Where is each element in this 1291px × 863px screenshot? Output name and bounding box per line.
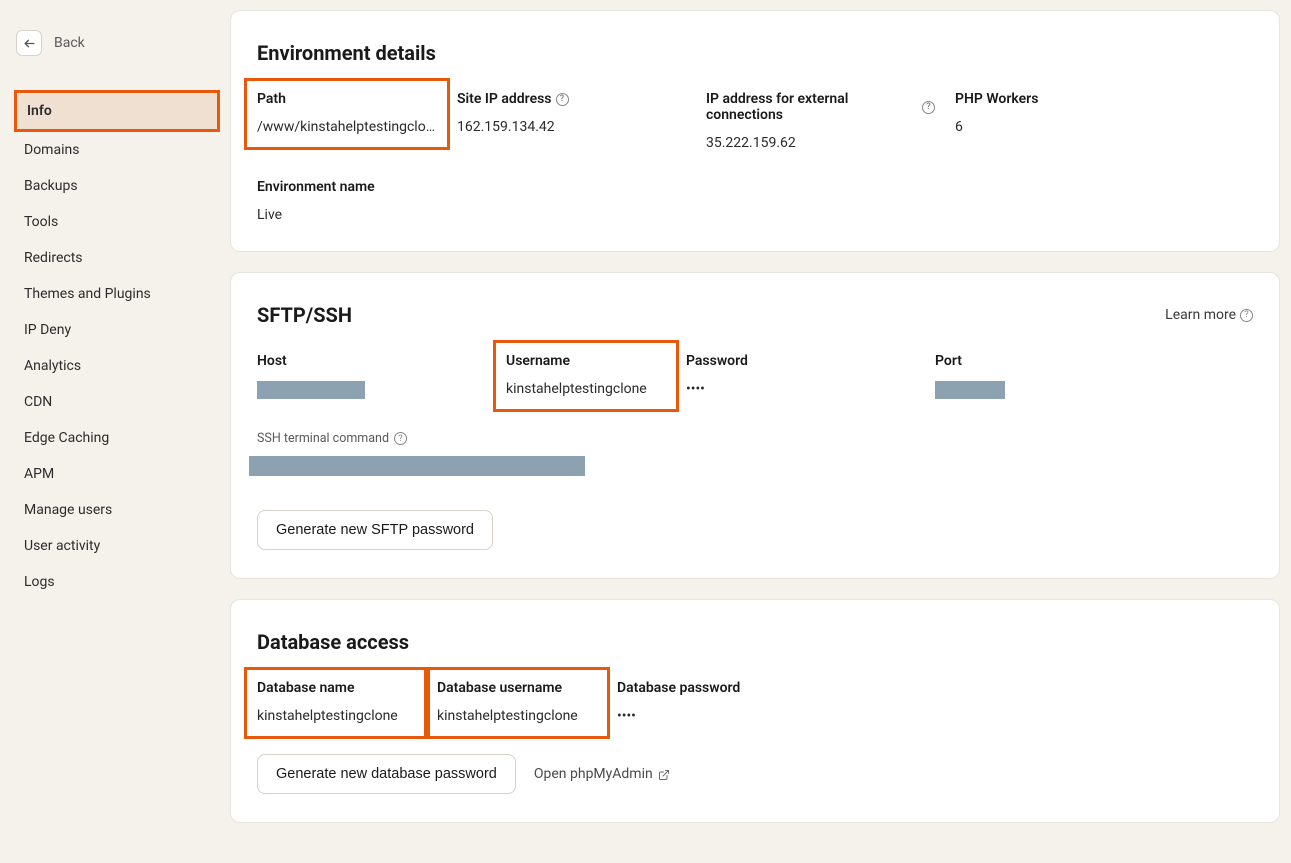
info-icon[interactable]: ? <box>394 432 407 445</box>
path-value: /www/kinstahelptestingclon... <box>257 119 437 135</box>
field-external-ip: IP address for external connections ? 35… <box>706 91 955 151</box>
environment-details-title: Environment details <box>257 41 1253 65</box>
back-label: Back <box>54 35 85 51</box>
site-ip-value: 162.159.134.42 <box>457 119 686 135</box>
back-button[interactable] <box>16 30 42 56</box>
arrow-left-icon <box>23 37 36 50</box>
ssh-command-redacted <box>249 456 585 476</box>
sidebar-item-ip-deny[interactable]: IP Deny <box>14 312 230 348</box>
sidebar-item-manage-users[interactable]: Manage users <box>14 492 230 528</box>
username-label: Username <box>506 353 666 369</box>
php-workers-label: PHP Workers <box>955 91 1184 107</box>
sidebar-item-logs[interactable]: Logs <box>14 564 230 600</box>
external-link-icon <box>658 769 669 780</box>
path-label: Path <box>257 91 437 107</box>
db-name-value: kinstahelptestingclone <box>257 708 417 724</box>
field-username: Username kinstahelptestingclone <box>506 353 686 403</box>
generate-sftp-password-button[interactable]: Generate new SFTP password <box>257 510 493 550</box>
sidebar-item-info[interactable]: Info <box>17 93 217 129</box>
env-name-value: Live <box>257 207 486 223</box>
ssh-command-row: SSH terminal command ? <box>257 431 1253 480</box>
sidebar: Back Info Domains Backups Tools Redirect… <box>0 0 230 863</box>
field-db-name: Database name kinstahelptestingclone <box>257 680 437 724</box>
field-php-workers: PHP Workers 6 <box>955 91 1204 151</box>
learn-more-link[interactable]: Learn more ? <box>1165 307 1253 323</box>
field-password: Password •••• <box>686 353 935 403</box>
sidebar-item-themes-plugins[interactable]: Themes and Plugins <box>14 276 230 312</box>
external-ip-label: IP address for external connections <box>706 91 918 123</box>
sftp-ssh-title: SFTP/SSH <box>257 303 352 327</box>
sidebar-item-cdn[interactable]: CDN <box>14 384 230 420</box>
sidebar-item-redirects[interactable]: Redirects <box>14 240 230 276</box>
field-path: Path /www/kinstahelptestingclon... <box>257 91 457 151</box>
sidebar-item-edge-caching[interactable]: Edge Caching <box>14 420 230 456</box>
db-name-label: Database name <box>257 680 417 696</box>
sftp-ssh-card: SFTP/SSH Learn more ? Host Username kins… <box>230 272 1280 579</box>
sidebar-item-apm[interactable]: APM <box>14 456 230 492</box>
nav-list: Info Domains Backups Tools Redirects The… <box>14 90 230 600</box>
sidebar-item-user-activity[interactable]: User activity <box>14 528 230 564</box>
host-label: Host <box>257 353 486 369</box>
sidebar-item-analytics[interactable]: Analytics <box>14 348 230 384</box>
info-icon[interactable]: ? <box>922 101 935 114</box>
field-db-username: Database username kinstahelptestingclone <box>437 680 617 724</box>
open-phpmyadmin-link[interactable]: Open phpMyAdmin <box>534 766 669 782</box>
main-content: Environment details Path /www/kinstahelp… <box>230 0 1290 863</box>
info-icon[interactable]: ? <box>556 93 569 106</box>
port-value-redacted <box>935 381 1005 399</box>
database-access-card: Database access Database name kinstahelp… <box>230 599 1280 823</box>
info-icon: ? <box>1240 309 1253 322</box>
db-password-value: •••• <box>617 708 929 724</box>
username-value: kinstahelptestingclone <box>506 381 666 397</box>
field-port: Port <box>935 353 1184 403</box>
sidebar-item-tools[interactable]: Tools <box>14 204 230 240</box>
ssh-command-label: SSH terminal command <box>257 431 389 446</box>
field-db-password: Database password •••• <box>617 680 949 724</box>
password-value: •••• <box>686 381 915 397</box>
field-env-name: Environment name Live <box>257 179 506 223</box>
db-username-value: kinstahelptestingclone <box>437 708 597 724</box>
generate-db-password-button[interactable]: Generate new database password <box>257 754 516 794</box>
port-label: Port <box>935 353 1164 369</box>
sidebar-item-backups[interactable]: Backups <box>14 168 230 204</box>
db-username-label: Database username <box>437 680 597 696</box>
database-access-title: Database access <box>257 630 1253 654</box>
password-label: Password <box>686 353 915 369</box>
db-password-label: Database password <box>617 680 929 696</box>
host-value-redacted <box>257 381 365 399</box>
field-site-ip: Site IP address ? 162.159.134.42 <box>457 91 706 151</box>
env-name-label: Environment name <box>257 179 486 195</box>
open-phpmyadmin-label: Open phpMyAdmin <box>534 766 653 782</box>
sidebar-item-domains[interactable]: Domains <box>14 132 230 168</box>
learn-more-label: Learn more <box>1165 307 1236 323</box>
field-host: Host <box>257 353 506 403</box>
php-workers-value: 6 <box>955 119 1184 135</box>
site-ip-label: Site IP address <box>457 91 552 107</box>
external-ip-value: 35.222.159.62 <box>706 135 935 151</box>
environment-details-card: Environment details Path /www/kinstahelp… <box>230 10 1280 252</box>
